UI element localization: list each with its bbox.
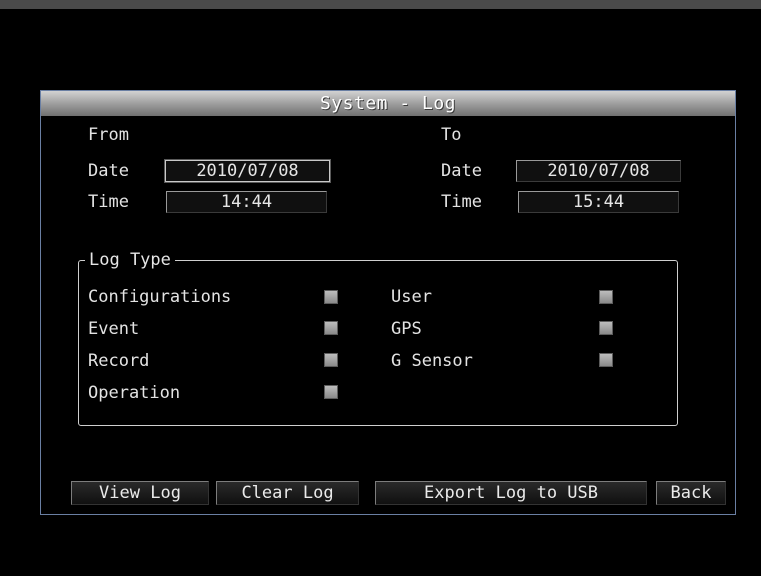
dialog-title: System - Log <box>319 93 457 114</box>
from-date-field[interactable]: 2010/07/08 <box>164 159 331 183</box>
to-time-field[interactable]: 15:44 <box>518 191 679 213</box>
option-event-checkbox[interactable] <box>324 321 338 335</box>
option-user-label: User <box>391 287 432 307</box>
option-event-label: Event <box>88 319 140 339</box>
from-date-label: Date <box>88 161 129 181</box>
option-operation-label: Operation <box>88 383 181 403</box>
log-type-label: Log Type <box>85 250 175 270</box>
option-record-label: Record <box>88 351 150 371</box>
option-operation-checkbox[interactable] <box>324 385 338 399</box>
view-log-button[interactable]: View Log <box>71 481 209 505</box>
back-button[interactable]: Back <box>656 481 726 505</box>
from-label: From <box>88 125 129 145</box>
to-time-label: Time <box>441 192 482 212</box>
option-gps-label: GPS <box>391 319 422 339</box>
option-record-checkbox[interactable] <box>324 353 338 367</box>
option-gps-checkbox[interactable] <box>599 321 613 335</box>
option-configurations-label: Configurations <box>88 287 232 307</box>
option-g-sensor-label: G Sensor <box>391 351 473 371</box>
clear-log-button[interactable]: Clear Log <box>216 481 359 505</box>
option-configurations-checkbox[interactable] <box>324 290 338 304</box>
to-date-field[interactable]: 2010/07/08 <box>516 160 681 182</box>
system-log-dialog: System - Log From To Date 2010/07/08 Tim… <box>40 90 736 515</box>
option-user-checkbox[interactable] <box>599 290 613 304</box>
to-date-label: Date <box>441 161 482 181</box>
option-g-sensor-checkbox[interactable] <box>599 353 613 367</box>
titlebar: System - Log <box>41 91 735 116</box>
export-log-button[interactable]: Export Log to USB <box>375 481 647 505</box>
top-strip <box>0 0 761 9</box>
dvr-screen: System - Log From To Date 2010/07/08 Tim… <box>0 0 761 576</box>
to-label: To <box>441 125 462 145</box>
from-time-field[interactable]: 14:44 <box>166 191 327 213</box>
from-time-label: Time <box>88 192 129 212</box>
